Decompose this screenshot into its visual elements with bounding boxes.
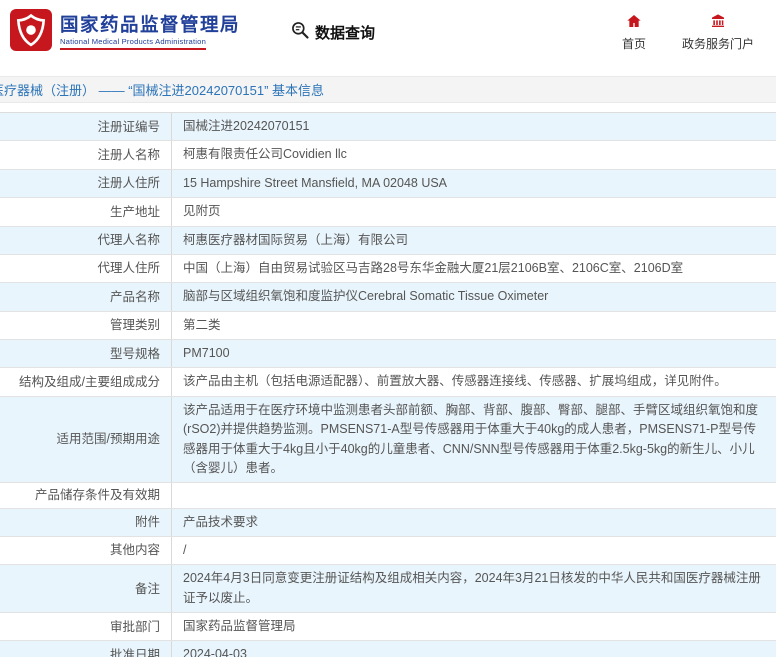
table-row-structure-composition: 结构及组成/主要组成成分 该产品由主机（包括电源适配器）、前置放大器、传感器连接… — [0, 368, 776, 397]
search-document-icon — [290, 20, 310, 44]
row-label: 审批部门 — [0, 613, 172, 641]
table-row-intended-use: 适用范围/预期用途 该产品适用于在医疗环境中监测患者头部前额、胸部、背部、腹部、… — [0, 396, 776, 484]
table-row-model-spec: 型号规格 PM7100 — [0, 340, 776, 369]
row-label: 型号规格 — [0, 340, 172, 368]
row-value: PM7100 — [183, 346, 230, 360]
row-value: 国家药品监督管理局 — [183, 619, 296, 633]
nmpa-logo-icon — [10, 8, 52, 56]
row-label: 附件 — [0, 508, 172, 536]
row-label: 注册证编号 — [0, 113, 172, 141]
row-label: 管理类别 — [0, 311, 172, 339]
registration-info-table: 注册证编号 国械注进20242070151 注册人名称 柯惠有限责任公司Covi… — [0, 112, 776, 657]
row-value: 2024-04-03 — [183, 647, 247, 657]
row-label: 其他内容 — [0, 536, 172, 565]
row-value: 该产品由主机（包括电源适配器）、前置放大器、传感器连接线、传感器、扩展坞组成，详… — [183, 374, 727, 389]
table-row-management-class: 管理类别 第二类 — [0, 311, 776, 340]
table-row-remarks: 备注 2024年4月3日同意变更注册证结构及组成相关内容，2024年3月21日核… — [0, 565, 776, 613]
row-label: 生产地址 — [0, 198, 172, 226]
government-building-icon — [710, 13, 726, 32]
row-label: 代理人住所 — [0, 254, 172, 283]
table-row-agent-name: 代理人名称 柯惠医疗器材国际贸易（上海）有限公司 — [0, 226, 776, 255]
row-value: 2024年4月3日同意变更注册证结构及组成相关内容，2024年3月21日核发的中… — [183, 571, 761, 605]
row-value: 该产品适用于在医疗环境中监测患者头部前额、胸部、背部、腹部、臀部、腿部、手臂区域… — [183, 402, 759, 475]
table-row-product-name: 产品名称 脑部与区域组织氧饱和度监护仪Cerebral Somatic Tiss… — [0, 283, 776, 312]
table-row-storage-shelf-life: 产品储存条件及有效期 — [0, 483, 776, 509]
row-value — [172, 483, 776, 507]
table-row-approval-date: 批准日期 2024-04-03 — [0, 641, 776, 657]
nav-portal[interactable]: 政务服务门户 — [682, 13, 754, 52]
table-row-other-content: 其他内容 / — [0, 536, 776, 566]
row-value: 产品技术要求 — [183, 514, 259, 529]
row-label: 备注 — [0, 565, 172, 612]
nmpa-logo[interactable]: 国家药品监督管理局 National Medical Products Admi… — [10, 8, 241, 56]
table-row-registrant-name: 注册人名称 柯惠有限责任公司Covidien llc — [0, 141, 776, 170]
row-value: 第二类 — [183, 317, 221, 332]
org-name-en: National Medical Products Administration — [60, 37, 207, 51]
row-label: 注册人名称 — [0, 141, 172, 169]
row-label: 批准日期 — [0, 641, 172, 657]
row-label: 结构及组成/主要组成成分 — [0, 368, 172, 396]
table-row-approval-department: 审批部门 国家药品监督管理局 — [0, 613, 776, 642]
table-row-agent-address: 代理人住所 中国（上海）自由贸易试验区马吉路28号东华金融大厦21层2106B室… — [0, 254, 776, 284]
data-query-label: 数据查询 — [315, 24, 376, 42]
row-value: 15 Hampshire Street Mansfield, MA 02048 … — [183, 175, 448, 190]
nav-home[interactable]: 首页 — [622, 13, 646, 52]
breadcrumb-bar: 医疗器械（注册） —— “国械注进20242070151” 基本信息 — [0, 76, 776, 103]
table-row-attachment: 附件 产品技术要求 — [0, 508, 776, 537]
row-value: 柯惠医疗器材国际贸易（上海）有限公司 — [183, 232, 409, 247]
table-row-production-address: 生产地址 见附页 — [0, 198, 776, 227]
top-nav: 首页 政务服务门户 — [622, 13, 762, 52]
row-label: 适用范围/预期用途 — [0, 396, 172, 483]
row-value: / — [183, 542, 187, 557]
data-query-title[interactable]: 数据查询 — [290, 20, 375, 44]
row-label: 代理人名称 — [0, 226, 172, 254]
row-value: 国械注进20242070151 — [183, 119, 310, 133]
nav-portal-label: 政务服务门户 — [681, 36, 754, 51]
nav-home-label: 首页 — [621, 36, 646, 51]
row-label: 注册人住所 — [0, 169, 172, 198]
table-row-reg-number: 注册证编号 国械注进20242070151 — [0, 113, 776, 142]
row-label: 产品名称 — [0, 283, 172, 311]
row-value: 柯惠有限责任公司Covidien llc — [183, 147, 347, 162]
nmpa-logo-text: 国家药品监督管理局 National Medical Products Admi… — [60, 13, 241, 51]
row-value: 脑部与区域组织氧饱和度监护仪Cerebral Somatic Tissue Ox… — [183, 289, 549, 304]
row-value: 中国（上海）自由贸易试验区马吉路28号东华金融大厦21层2106B室、2106C… — [183, 260, 684, 275]
row-value: 见附页 — [183, 204, 221, 219]
home-icon — [626, 13, 642, 32]
site-header: 国家药品监督管理局 National Medical Products Admi… — [0, 0, 776, 64]
org-name-cn: 国家药品监督管理局 — [60, 13, 241, 35]
table-row-registrant-address: 注册人住所 15 Hampshire Street Mansfield, MA … — [0, 169, 776, 199]
row-label: 产品储存条件及有效期 — [0, 483, 172, 508]
breadcrumb: 医疗器械（注册） —— “国械注进20242070151” 基本信息 — [0, 83, 325, 98]
